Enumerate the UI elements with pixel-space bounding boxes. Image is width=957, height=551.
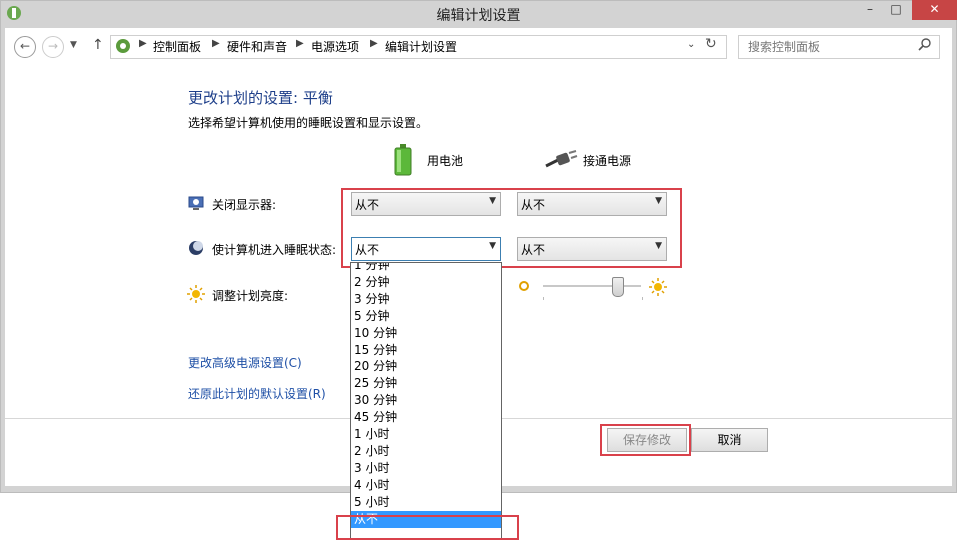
sleep-label: 使计算机进入睡眠状态: <box>212 243 337 257</box>
plugged-column-label: 接通电源 <box>583 154 632 168</box>
brightness-icon <box>187 285 205 306</box>
breadcrumb-item[interactable]: 控制面板 <box>153 38 201 55</box>
dropdown-option[interactable]: 3 分钟 <box>354 291 500 308</box>
highlight-box <box>341 188 682 268</box>
page-subtitle: 选择希望计算机使用的睡眠设置和显示设置。 <box>188 116 429 130</box>
turn-off-display-label: 关闭显示器: <box>212 198 277 212</box>
recent-pages-icon[interactable]: ▼ <box>70 40 77 50</box>
battery-column-label: 用电池 <box>427 154 464 168</box>
title-bar: 编辑计划设置 – □ ✕ <box>0 0 957 28</box>
refresh-icon[interactable]: ↻ <box>705 36 717 52</box>
dropdown-option[interactable]: 20 分钟 <box>354 358 500 375</box>
breadcrumb-separator-icon: ▶ <box>370 38 378 49</box>
advanced-settings-link[interactable]: 更改高级电源设置(C) <box>188 354 302 371</box>
brightness-label: 调整计划亮度: <box>212 289 289 303</box>
brightness-slider-track[interactable] <box>543 285 641 287</box>
dropdown-option[interactable]: 2 小时 <box>354 443 500 460</box>
breadcrumb-item[interactable]: 电源选项 <box>311 38 359 55</box>
dropdown-option[interactable]: 1 小时 <box>354 426 500 443</box>
dropdown-option[interactable]: 5 分钟 <box>354 308 500 325</box>
sleep-dropdown-list[interactable]: 1 分钟 2 分钟 3 分钟 5 分钟 10 分钟 15 分钟 20 分钟 25 分钟 30 分… <box>350 262 502 539</box>
cancel-button[interactable]: 取消 <box>691 428 768 452</box>
up-icon[interactable]: ↑ <box>92 37 104 53</box>
dropdown-option[interactable]: 10 分钟 <box>354 325 500 342</box>
slider-ticks <box>543 297 643 300</box>
search-placeholder: 搜索控制面板 <box>748 40 821 54</box>
control-panel-icon <box>115 38 131 57</box>
breadcrumb-separator-icon: ▶ <box>139 38 147 49</box>
maximize-button[interactable]: □ <box>884 0 908 20</box>
battery-icon <box>393 144 413 179</box>
sleep-icon <box>188 240 204 259</box>
brightness-low-icon <box>518 280 530 295</box>
dropdown-option[interactable]: 3 小时 <box>354 460 500 477</box>
window-title: 编辑计划设置 <box>436 8 521 24</box>
forward-icon[interactable]: → <box>42 36 64 58</box>
save-highlight-box <box>600 424 691 456</box>
dropdown-option[interactable]: 15 分钟 <box>354 342 500 359</box>
plug-icon <box>544 150 578 173</box>
dropdown-option[interactable]: 30 分钟 <box>354 392 500 409</box>
close-button[interactable]: ✕ <box>912 0 957 20</box>
dropdown-option[interactable]: 25 分钟 <box>354 375 500 392</box>
breadcrumb-separator-icon: ▶ <box>296 38 304 49</box>
selected-option-highlight <box>336 515 519 540</box>
page-title: 更改计划的设置: 平衡 <box>188 89 333 107</box>
dropdown-option[interactable]: 45 分钟 <box>354 409 500 426</box>
dropdown-option[interactable]: 1 分钟 <box>354 263 500 274</box>
address-dropdown-icon[interactable]: ⌄ <box>687 39 695 50</box>
breadcrumb-item[interactable]: 编辑计划设置 <box>385 38 457 55</box>
restore-defaults-link[interactable]: 还原此计划的默认设置(R) <box>188 385 326 402</box>
minimize-button[interactable]: – <box>858 0 882 20</box>
brightness-slider-thumb[interactable] <box>612 277 624 297</box>
dropdown-option[interactable]: 4 小时 <box>354 477 500 494</box>
brightness-high-icon <box>649 278 667 299</box>
back-icon[interactable]: ← <box>14 36 36 58</box>
display-icon <box>188 195 204 214</box>
dropdown-option[interactable]: 5 小时 <box>354 494 500 511</box>
dropdown-option[interactable]: 2 分钟 <box>354 274 500 291</box>
breadcrumb-item[interactable]: 硬件和声音 <box>227 38 287 55</box>
breadcrumb-separator-icon: ▶ <box>212 38 220 49</box>
search-icon[interactable] <box>918 37 932 54</box>
